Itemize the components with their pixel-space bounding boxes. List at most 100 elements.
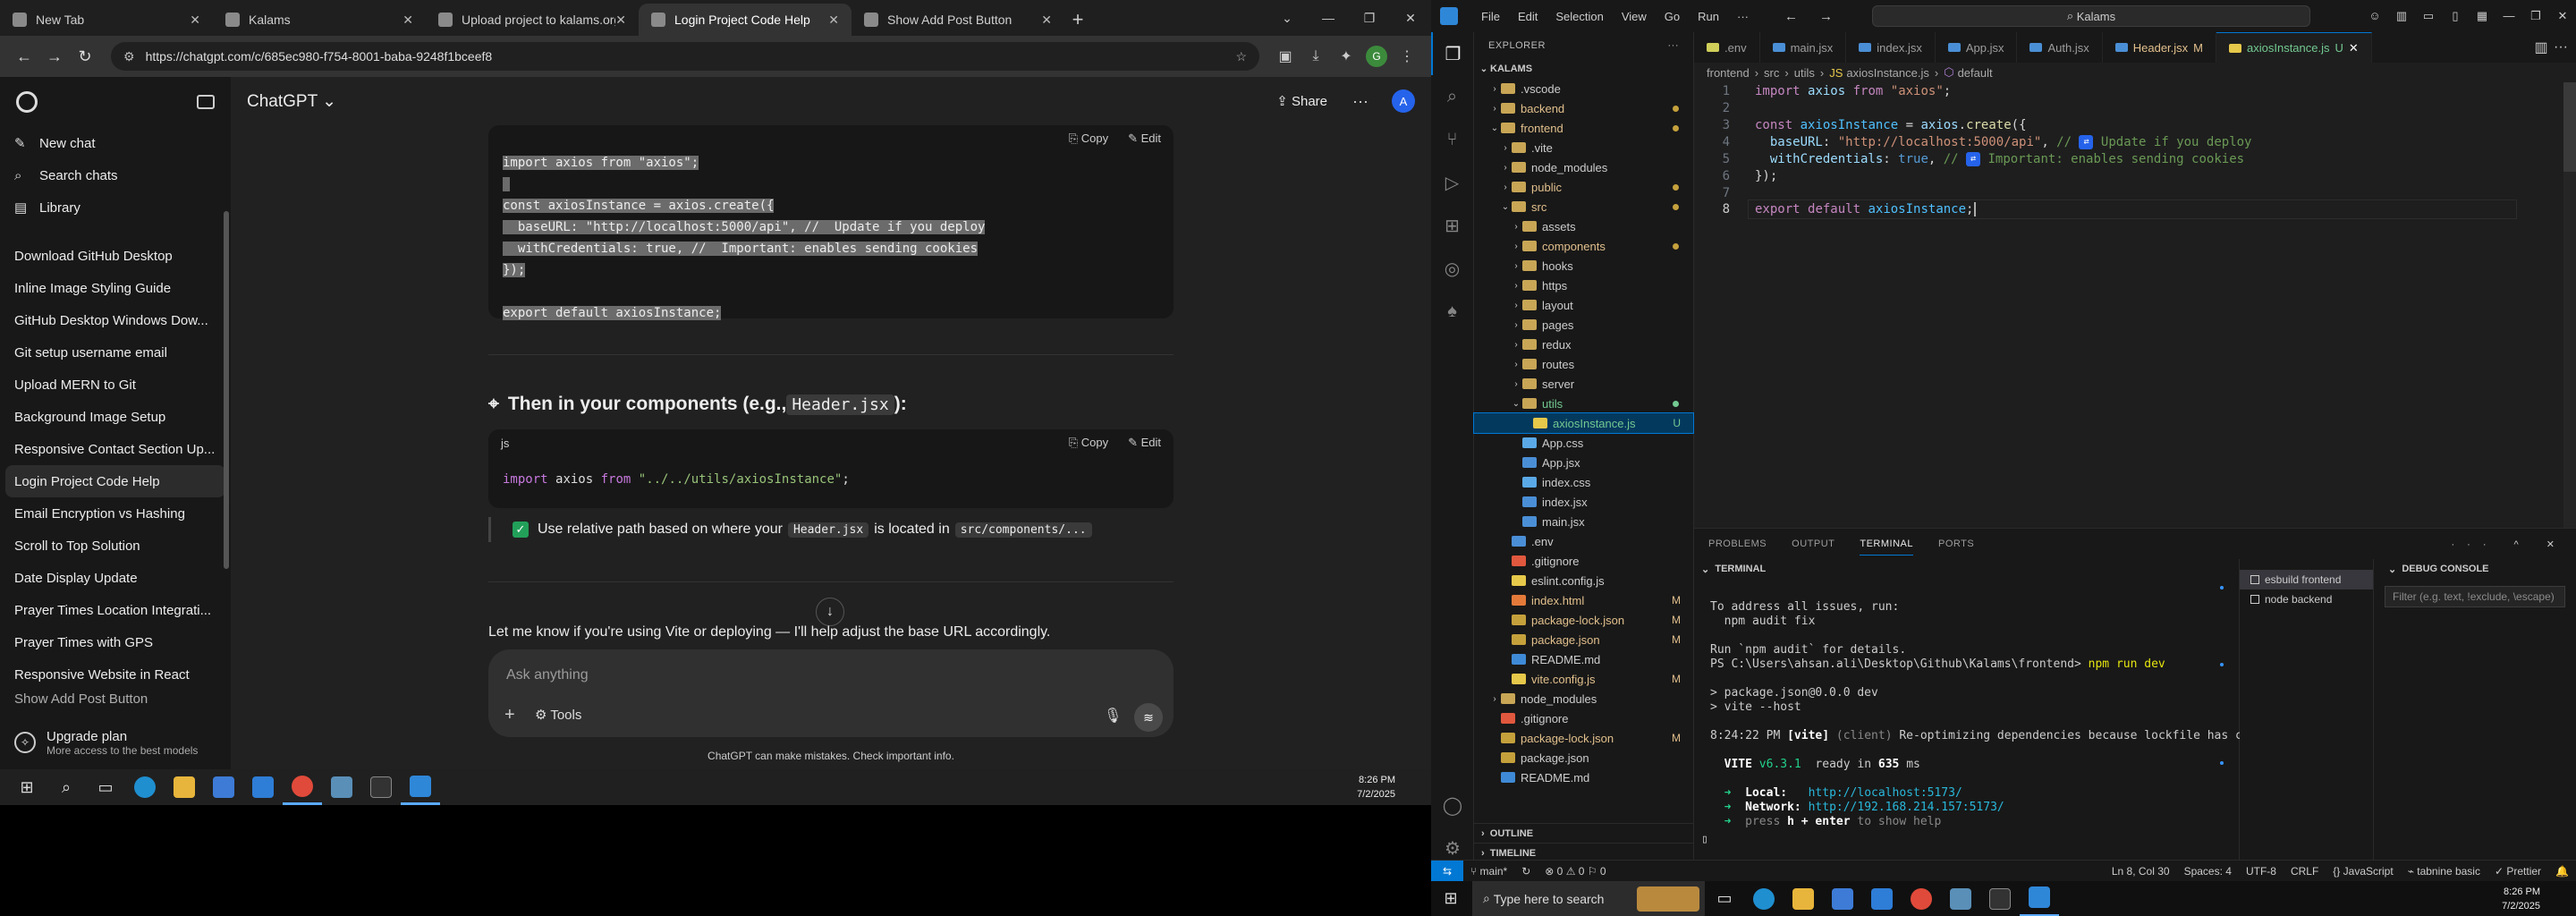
tree-file[interactable]: package-lock.json M [1474,610,1693,630]
edge-icon[interactable] [125,769,165,805]
scroll-down-button[interactable]: ↓ [816,598,844,626]
close-icon[interactable]: ✕ [615,13,626,28]
browser-tab-active[interactable]: Login Project Code Help ✕ [639,4,852,36]
panel-toggle-icon[interactable]: ▭ [2415,9,2442,23]
explorer-icon[interactable]: ❐ [1431,32,1473,75]
edge-icon[interactable] [1744,881,1784,916]
indentation[interactable]: Spaces: 4 [2177,865,2239,878]
store-icon[interactable] [1823,881,1862,916]
tree-file[interactable]: axiosInstance.js U [1473,412,1694,434]
chat-history-item[interactable]: Responsive Website in React [0,658,231,691]
browser-tab[interactable]: Upload project to kalams.org ✕ [426,4,639,36]
profile-avatar[interactable]: G [1361,41,1392,72]
terminal-icon[interactable] [361,769,401,805]
sync-icon[interactable]: ↻ [1514,865,1538,878]
chat-history-item[interactable]: Git setup username email [0,336,231,369]
tree-file[interactable]: main.jsx [1474,512,1693,531]
voice-mode-button[interactable]: ≋ [1134,703,1163,732]
upgrade-plan-button[interactable]: ✧ Upgrade plan More access to the best m… [0,716,231,769]
menu-edit[interactable]: Edit [1509,10,1546,23]
tree-folder[interactable]: ⌄ frontend [1474,118,1693,138]
end-of-line[interactable]: CRLF [2284,865,2326,878]
language-mode[interactable]: {} JavaScript [2326,865,2400,878]
breadcrumb-item[interactable]: axiosInstance.js [1846,66,1929,80]
mail-icon[interactable] [243,769,283,805]
tree-file[interactable]: README.md [1474,768,1693,787]
browser-menu-icon[interactable]: ⋮ [1392,41,1422,72]
editor-tab[interactable]: Auth.jsx [2017,32,2103,63]
chrome-icon[interactable] [283,769,322,805]
terminal-session[interactable]: esbuild frontend [2240,570,2373,589]
close-icon[interactable]: ✕ [828,13,839,28]
forward-icon[interactable]: → [39,41,70,72]
chat-history-item[interactable]: Download GitHub Desktop [0,240,231,272]
tree-file[interactable]: vite.config.js M [1474,669,1693,689]
vscode-icon[interactable] [2020,881,2059,916]
chat-history-item[interactable]: Show Add Post Button [0,691,231,707]
attach-plus-icon[interactable]: + [504,705,515,725]
search-chats-button[interactable]: ⌕ Search chats [0,159,231,191]
tabnine-status[interactable]: ⌁ tabnine basic [2401,865,2487,878]
tree-folder[interactable]: › .vscode [1474,79,1693,98]
tree-folder[interactable]: › node_modules [1474,689,1693,708]
back-icon[interactable]: ← [9,41,39,72]
windows-start-icon[interactable]: ⊞ [1431,881,1470,916]
library-button[interactable]: ▤ Library [0,191,231,224]
windows-start-icon[interactable]: ⊞ [7,769,47,805]
editor-tab[interactable]: index.jsx [1846,32,1936,63]
prettier-status[interactable]: ✓ Prettier [2487,865,2548,878]
chat-input[interactable]: Ask anything [506,667,589,683]
model-selector[interactable]: ChatGPT ⌄ [247,91,336,112]
menu-run[interactable]: Run [1689,10,1728,23]
tree-file[interactable]: package.json M [1474,630,1693,649]
tree-file[interactable]: index.jsx [1474,492,1693,512]
tree-folder[interactable]: › .vite [1474,138,1693,157]
new-chat-button[interactable]: ✎ New chat [0,127,231,159]
chat-history-item[interactable]: Scroll to Top Solution [0,530,231,562]
microphone-icon[interactable]: 🎙 [1104,707,1122,725]
encoding[interactable]: UTF-8 [2239,865,2284,878]
close-window-icon[interactable]: ✕ [1390,0,1431,36]
browser-tab[interactable]: Show Add Post Button ✕ [852,4,1064,36]
panel-tab-ports[interactable]: PORTS [1938,533,1974,555]
tree-folder[interactable]: › node_modules [1474,157,1693,177]
copilot-icon[interactable]: ☺ [2361,9,2388,23]
close-icon[interactable]: ✕ [2349,41,2359,55]
mail-icon[interactable] [1862,881,1902,916]
file-explorer-icon[interactable] [165,769,204,805]
terminal[interactable]: ⌄ TERMINAL To address all issues, run: n… [1694,559,2284,861]
tree-file[interactable]: README.md [1474,649,1693,669]
editor-tab[interactable]: App.jsx [1936,32,2018,63]
chat-history-item[interactable]: Prayer Times Location Integrati... [0,594,231,626]
github-icon[interactable]: ◎ [1431,247,1473,290]
menu-go[interactable]: Go [1656,10,1689,23]
tree-file[interactable]: index.css [1474,472,1693,492]
tree-file[interactable]: App.jsx [1474,453,1693,472]
minimize-icon[interactable]: — [1308,0,1349,36]
close-icon[interactable]: ✕ [190,13,200,28]
tree-folder[interactable]: ⌄ src [1474,197,1693,216]
chat-history-item[interactable]: Upload MERN to Git [0,369,231,401]
edit-code-button[interactable]: ✎ Edit [1128,436,1161,450]
close-window-icon[interactable]: ✕ [2549,9,2576,23]
breadcrumb-item[interactable]: utils [1794,66,1815,80]
chrome-icon[interactable] [1902,881,1941,916]
edit-code-button[interactable]: ✎ Edit [1128,131,1161,146]
browser-tab[interactable]: New Tab ✕ [0,4,213,36]
layout-icon[interactable]: ▥ [2388,9,2415,23]
tree-folder[interactable]: › pages [1474,315,1693,335]
tree-file[interactable]: eslint.config.js [1474,571,1693,590]
sidebar-toggle-icon[interactable] [197,95,215,109]
extension-icon[interactable]: ▣ [1270,41,1301,72]
tree-folder[interactable]: ⌄ utils [1474,394,1693,413]
outline-section[interactable]: › OUTLINE [1474,823,1694,843]
split-editor-icon[interactable]: ▥ [2531,38,2551,56]
browser-tab[interactable]: Kalams ✕ [213,4,426,36]
tree-folder[interactable]: › components [1474,236,1693,256]
terminal-session[interactable]: node backend [2240,589,2373,609]
search-icon[interactable]: ⌕ [1431,75,1473,118]
chat-history-item[interactable]: Background Image Setup [0,401,231,433]
editor-tab[interactable]: Header.jsx M [2103,32,2216,63]
chat-history-item[interactable]: Prayer Times with GPS [0,626,231,658]
tree-file[interactable]: .gitignore [1474,551,1693,571]
